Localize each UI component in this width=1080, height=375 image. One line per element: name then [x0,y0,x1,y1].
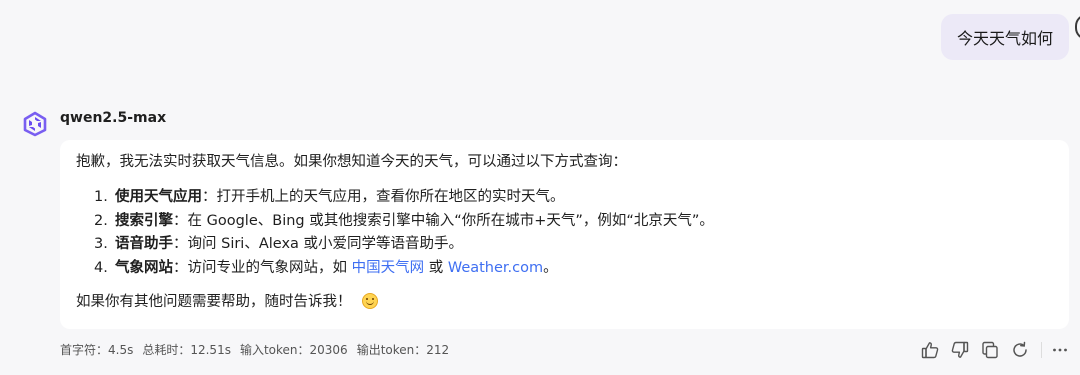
list-item-number: 3. [94,236,108,252]
actions-divider [1041,342,1042,358]
chat-page: 今天天气如何 qwen2.5-max 抱歉，我无法实时获取天气信息。如果你想知道… [0,0,1080,375]
copy-icon [982,341,998,359]
list-item: 4. 气象网站：访问专业的气象网站，如 中国天气网 或 Weather.com。 [94,257,1053,281]
user-message-bubble: 今天天气如何 [941,14,1069,60]
thumbs-up-button[interactable] [919,339,941,361]
link-china-weather[interactable]: 中国天气网 [352,260,425,276]
regenerate-button[interactable] [1009,339,1031,361]
thumbs-up-icon [921,342,939,359]
user-avatar[interactable] [1075,14,1080,40]
list-item-number: 2. [94,212,108,229]
assistant-answer-card: 抱歉，我无法实时获取天气信息。如果你想知道今天的天气，可以通过以下方式查询： 1… [60,140,1069,329]
list-item-text: ：在 Google、Bing 或其他搜索引擎中输入“你所在城市+天气”，例如“北… [173,212,714,229]
smile-emoji-icon [361,293,378,309]
answer-steps-list: 1. 使用天气应用：打开手机上的天气应用，查看你所在地区的实时天气。 2. 搜索引擎… [76,186,1053,280]
thumbs-down-icon [951,341,969,358]
list-item-text: ：询问 Siri、Alexa 或小爱同学等语音助手。 [173,236,464,252]
more-icon [1053,348,1067,352]
qwen-logo-icon [23,111,47,137]
list-item: 2. 搜索引擎：在 Google、Bing 或其他搜索引擎中输入“你所在城市+天气… [94,210,1053,234]
model-name: qwen2.5-max [60,110,167,126]
more-button[interactable] [1049,339,1071,361]
closing-text: 如果你有其他问题需要帮助，随时告诉我！ [76,294,352,310]
list-item: 1. 使用天气应用：打开手机上的天气应用，查看你所在地区的实时天气。 [94,186,1053,210]
list-item: 3. 语音助手：询问 Siri、Alexa 或小爱同学等语音助手。 [94,233,1053,257]
list-item-text: 或 [424,259,448,276]
list-item-text: 。 [543,259,558,276]
link-weather-com[interactable]: Weather.com [448,260,543,276]
list-item-text: ：打开手机上的天气应用，查看你所在地区的实时天气。 [202,189,565,205]
refresh-icon [1013,341,1027,357]
message-actions [0,339,1080,361]
answer-closing: 如果你有其他问题需要帮助，随时告诉我！ [76,291,1053,314]
answer-intro: 抱歉，我无法实时获取天气信息。如果你想知道今天的天气，可以通过以下方式查询： [76,154,627,170]
user-message-text: 今天天气如何 [956,29,1053,48]
list-item-title: 搜索引擎 [115,212,173,229]
thumbs-down-button[interactable] [949,339,971,361]
list-item-number: 1. [94,189,108,205]
list-item-number: 4. [94,259,108,276]
list-item-title: 语音助手 [115,236,173,252]
list-item-title: 气象网站 [115,259,173,276]
list-item-text: ：访问专业的气象网站，如 [173,259,352,276]
list-item-title: 使用天气应用 [115,189,202,205]
copy-button[interactable] [979,339,1001,361]
